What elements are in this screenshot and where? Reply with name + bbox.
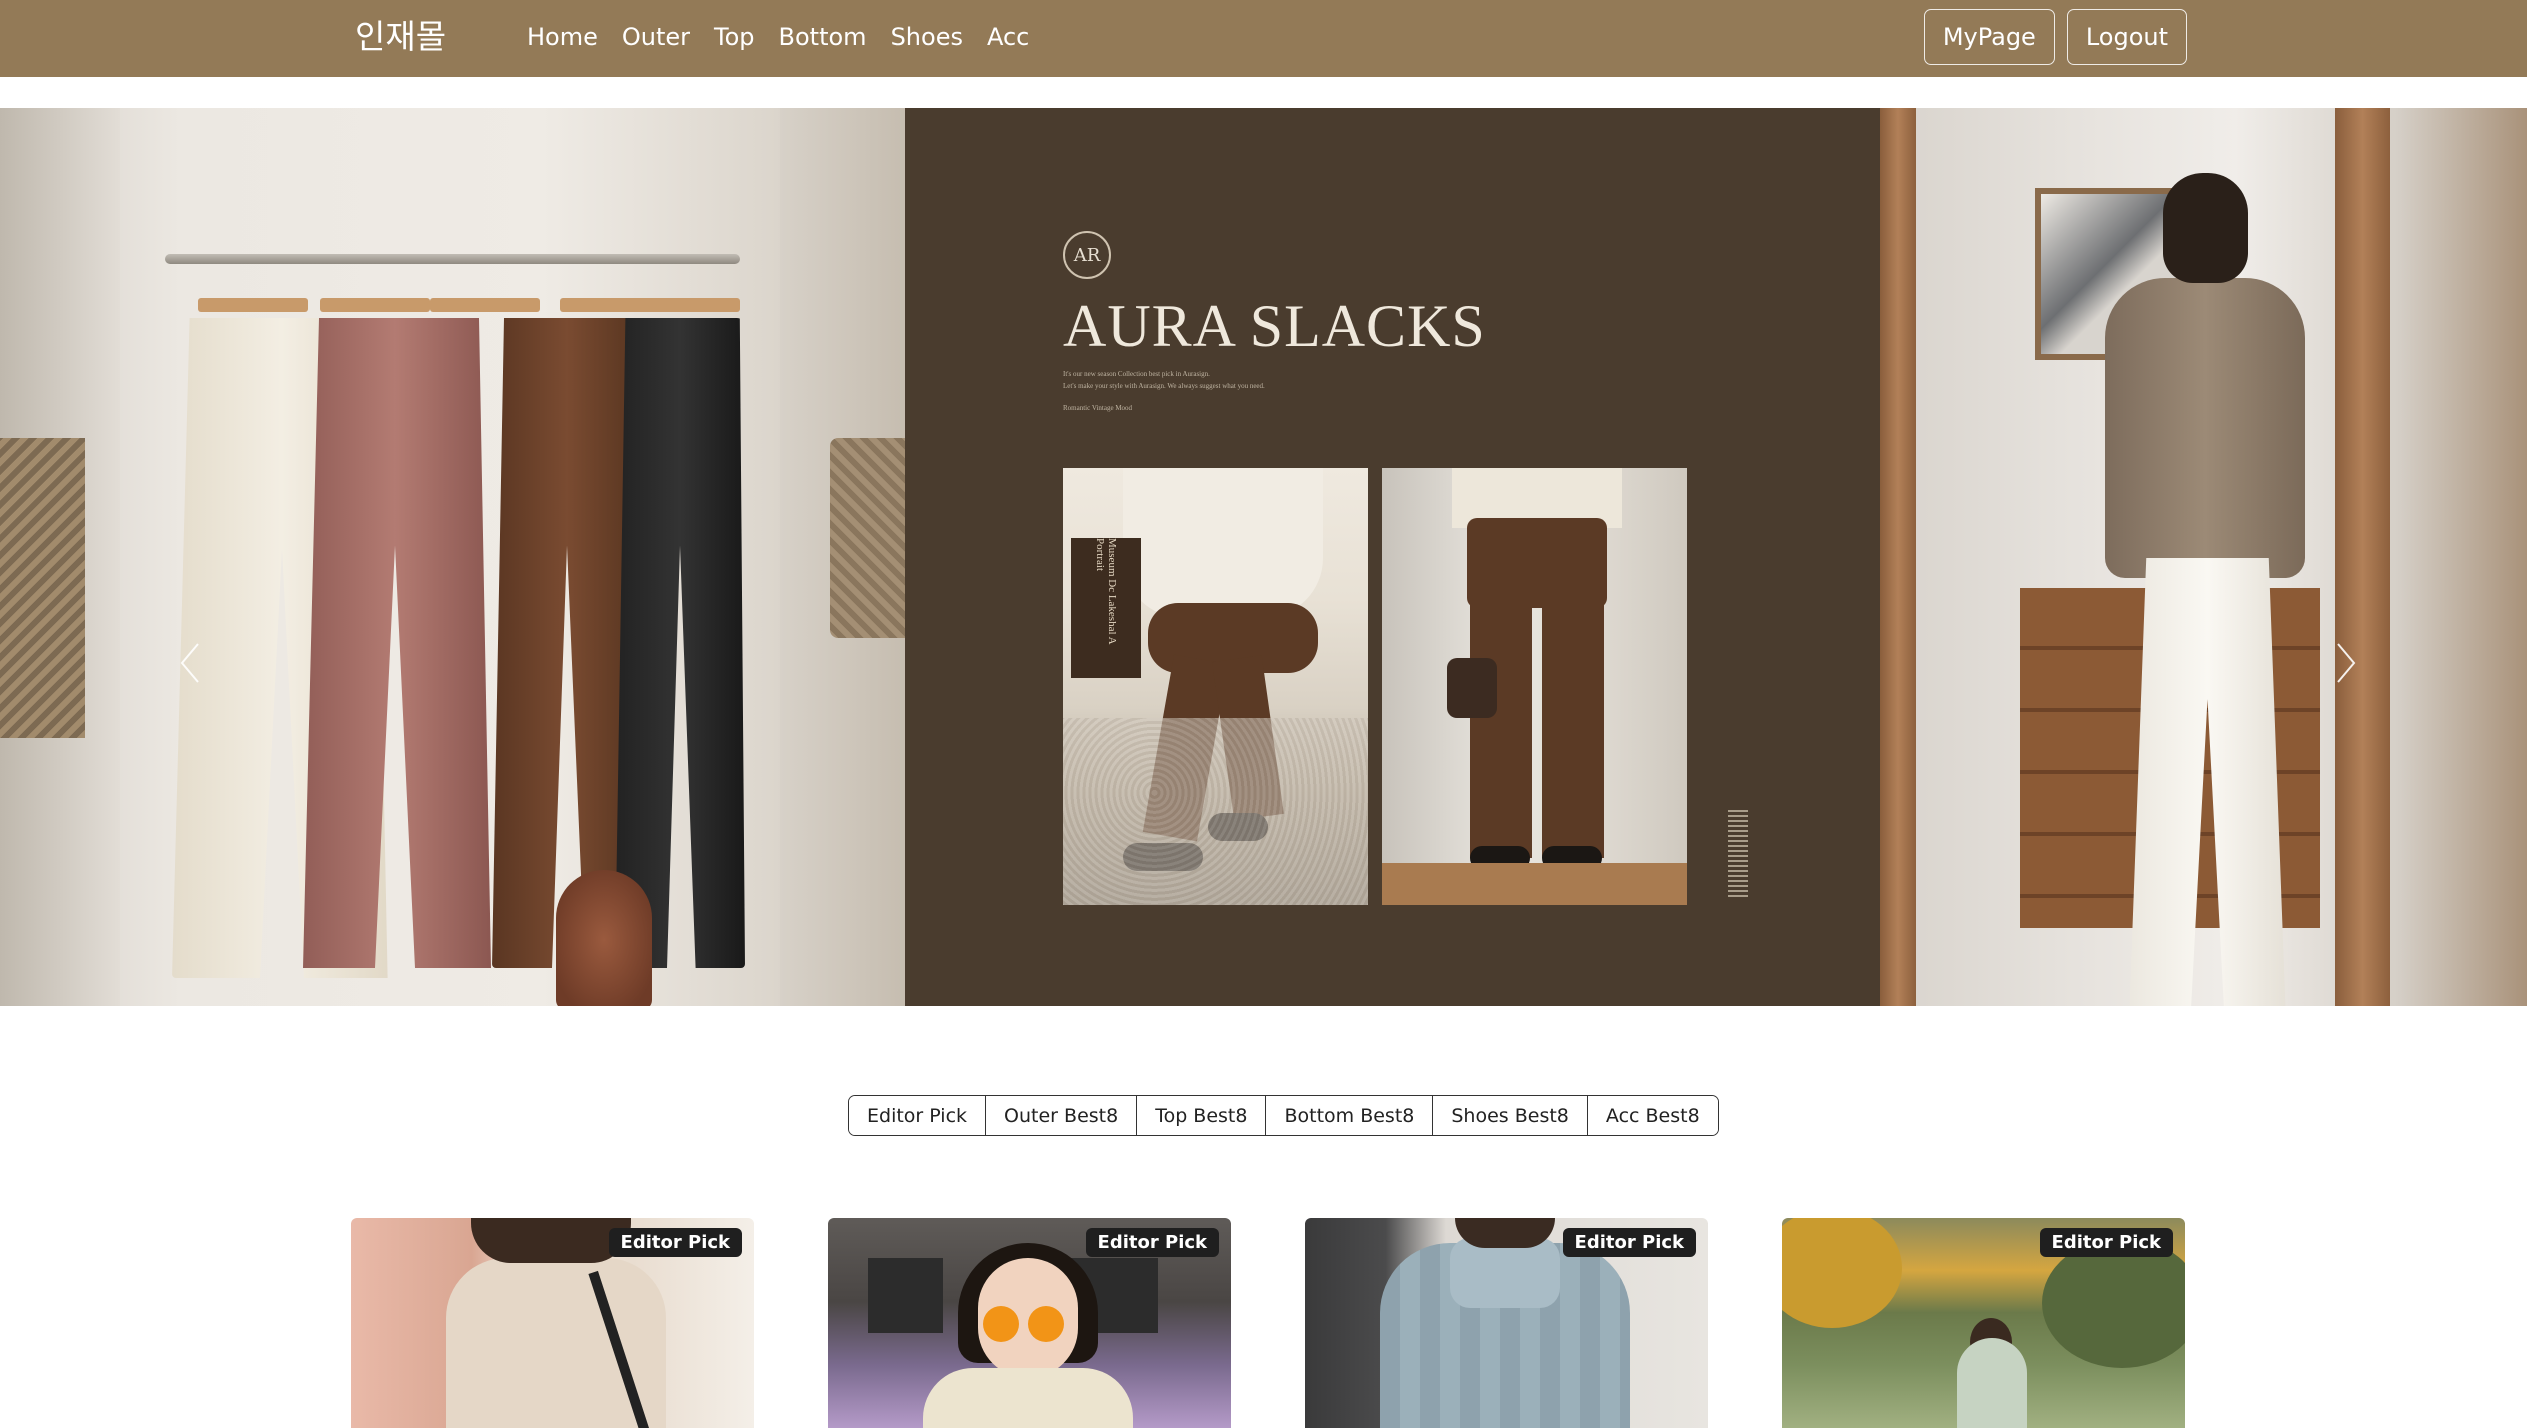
banner-subtext: Romantic Vintage Mood [1063, 404, 1133, 412]
nav-actions: MyPage Logout [1923, 9, 2187, 65]
barcode-decoration [1728, 810, 1748, 900]
pants-top [1467, 518, 1607, 608]
product-card[interactable]: Editor Pick [351, 1218, 754, 1428]
round-bag [556, 870, 652, 1006]
tab-outer-best8[interactable]: Outer Best8 [985, 1096, 1137, 1135]
tree [1782, 1218, 1902, 1328]
tab-shoes-best8[interactable]: Shoes Best8 [1432, 1096, 1587, 1135]
mypage-button[interactable]: MyPage [1923, 9, 2055, 65]
slide-image-pants-rail [0, 108, 905, 1006]
handbag [1447, 658, 1497, 718]
pants-leg [1542, 598, 1604, 858]
logout-button[interactable]: Logout [2066, 9, 2187, 65]
pants-black [615, 318, 745, 968]
model-coat [2105, 278, 2305, 578]
tree [2042, 1238, 2185, 1368]
basket-right [830, 438, 905, 638]
brand-emblem-icon: AR [1063, 231, 1111, 279]
product-card-list: Editor Pick Editor Pick Editor Pick Edit… [351, 1218, 2185, 1428]
slide-banner-aura-slacks: AR AURA SLACKS It's our new season Colle… [905, 108, 1880, 1006]
wood-beam [1880, 108, 1916, 1006]
tab-acc-best8[interactable]: Acc Best8 [1586, 1096, 1718, 1135]
sweater-collar [1450, 1238, 1560, 1308]
hero-carousel[interactable]: AR AURA SLACKS It's our new season Colle… [0, 108, 2527, 1006]
editor-pick-badge: Editor Pick [1562, 1228, 1696, 1257]
nav-link-shoes[interactable]: Shoes [879, 18, 975, 56]
product-card[interactable]: Editor Pick [1305, 1218, 1708, 1428]
hanger [198, 298, 308, 312]
carousel-prev-button[interactable] [174, 638, 206, 688]
wood-beam [2335, 108, 2390, 1006]
sweater [1123, 468, 1323, 618]
book-prop: Museum Dc Lakeshal A Portrait [1071, 538, 1141, 678]
hanger [430, 298, 540, 312]
pants-leg [1470, 598, 1532, 858]
tab-top-best8[interactable]: Top Best8 [1136, 1096, 1266, 1135]
nav-link-top[interactable]: Top [702, 18, 767, 56]
model-head [2163, 173, 2248, 283]
model-hair [471, 1218, 631, 1263]
orange-fruit [1028, 1306, 1064, 1342]
banner-photo-seated: Museum Dc Lakeshal A Portrait [1063, 468, 1368, 905]
banner-subtext: Let's make your style with Aurasign. We … [1063, 382, 1265, 390]
carousel-next-button[interactable] [2330, 638, 2362, 688]
hanger [560, 298, 740, 312]
product-card[interactable]: Editor Pick [1782, 1218, 2185, 1428]
nav-link-home[interactable]: Home [515, 18, 610, 56]
editor-pick-badge: Editor Pick [608, 1228, 742, 1257]
rug [1063, 718, 1368, 905]
chevron-left-icon [180, 643, 199, 683]
nav-links: Home Outer Top Bottom Shoes Acc [515, 18, 1041, 56]
banner-title: AURA SLACKS [1063, 293, 1486, 359]
banner-photo-standing [1382, 468, 1687, 905]
pants-rose [303, 318, 491, 968]
hanger [320, 298, 430, 312]
clothes-rail [165, 254, 740, 264]
nav-link-outer[interactable]: Outer [610, 18, 702, 56]
slide-image-model-selfie [1880, 108, 2527, 1006]
store-sign [868, 1258, 943, 1333]
editor-pick-badge: Editor Pick [2039, 1228, 2173, 1257]
top-navbar: 인재몰 Home Outer Top Bottom Shoes Acc MyPa… [0, 0, 2527, 77]
orange-fruit [983, 1306, 1019, 1342]
banner-subtext: It's our new season Collection best pick… [1063, 370, 1210, 378]
tab-bottom-best8[interactable]: Bottom Best8 [1265, 1096, 1433, 1135]
basket-left [0, 438, 85, 738]
model-hair [1455, 1218, 1555, 1248]
padded-jacket [923, 1368, 1133, 1428]
product-card[interactable]: Editor Pick [828, 1218, 1231, 1428]
chevron-right-icon [2337, 643, 2356, 683]
editor-pick-badge: Editor Pick [1085, 1228, 1219, 1257]
nav-link-bottom[interactable]: Bottom [767, 18, 879, 56]
wood-floor [1382, 863, 1687, 905]
tab-editor-pick[interactable]: Editor Pick [849, 1096, 986, 1135]
brand-logo[interactable]: 인재몰 [355, 13, 446, 61]
model-body [1957, 1338, 2027, 1428]
best-category-tabs: Editor Pick Outer Best8 Top Best8 Bottom… [848, 1095, 1719, 1136]
nav-link-acc[interactable]: Acc [975, 18, 1041, 56]
